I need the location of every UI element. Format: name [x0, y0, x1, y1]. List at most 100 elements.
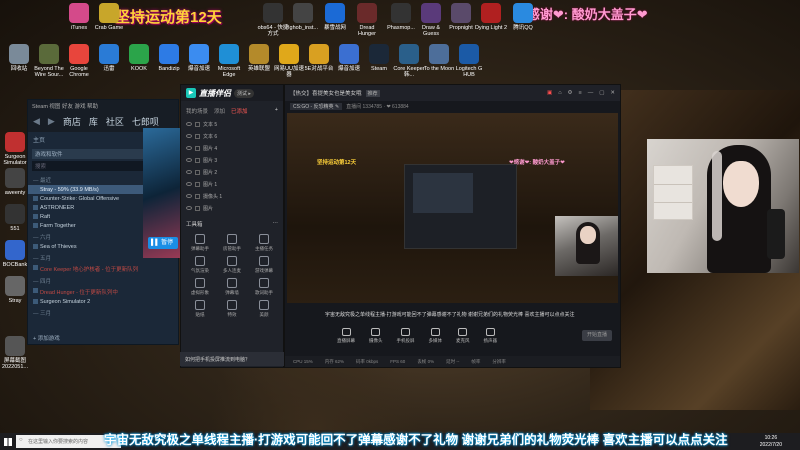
tab-added[interactable]: 已添加: [231, 107, 248, 115]
close-icon[interactable]: ✕: [610, 90, 615, 96]
steam-nav-store[interactable]: 商店: [63, 115, 81, 128]
layer-item[interactable]: 文本 6: [181, 130, 283, 142]
lock-toggle-icon[interactable]: [195, 181, 200, 187]
broadcast-tool-button[interactable]: 直播屏幕: [337, 328, 355, 344]
cover-tip[interactable]: 如何把手机投屏推流到电脑？: [180, 352, 284, 366]
eye-icon[interactable]: [186, 122, 192, 126]
desktop-icon[interactable]: 英雄联盟: [242, 44, 276, 72]
tool-item[interactable]: 游戏弹幕: [248, 256, 280, 274]
preview-canvas[interactable]: 坚持运动第12天 ❤感谢❤: 酸奶大盖子❤: [287, 113, 618, 303]
desktop-icon[interactable]: Dread Hunger: [350, 3, 384, 37]
room-title[interactable]: 【热交】喜提美女也是美女哦: [290, 89, 362, 97]
desktop-icon[interactable]: 爆音加速: [332, 44, 366, 72]
tool-item[interactable]: 多人连麦: [216, 256, 248, 274]
steam-game-item[interactable]: Core Keeper 地心护核者 - 位于更新队列: [28, 263, 178, 274]
steam-section-header[interactable]: — 四月: [28, 274, 178, 286]
plus-icon[interactable]: +: [275, 107, 278, 115]
lock-toggle-icon[interactable]: [195, 169, 200, 175]
tool-item[interactable]: 气氛渲染: [184, 256, 216, 274]
desktop-icon[interactable]: 爆音加速: [182, 44, 216, 72]
desktop-icon[interactable]: obs64 - 快捷方式: [256, 3, 290, 37]
maximize-icon[interactable]: ▢: [599, 90, 604, 96]
settings-icon[interactable]: ⚙: [568, 90, 573, 96]
lock-toggle-icon[interactable]: [195, 157, 200, 163]
tool-item[interactable]: 弹幕助手: [184, 234, 216, 252]
steam-pause-button[interactable]: ▌▌ 暂停: [148, 237, 178, 249]
eye-icon[interactable]: [186, 194, 192, 198]
gift-icon[interactable]: ▣: [547, 90, 552, 96]
windows-start-icon[interactable]: [0, 433, 16, 450]
layer-item[interactable]: 图片 1: [181, 178, 283, 190]
lock-toggle-icon[interactable]: [195, 145, 200, 151]
lock-toggle-icon[interactable]: [195, 133, 200, 139]
desktop-icon[interactable]: 迅雷: [92, 44, 126, 72]
menu-icon[interactable]: ≡: [578, 90, 581, 96]
eye-icon[interactable]: [186, 146, 192, 150]
eye-icon[interactable]: [186, 134, 192, 138]
tool-item[interactable]: 贴纸: [184, 300, 216, 318]
desktop-icon[interactable]: 腾讯QQ: [506, 3, 540, 31]
layer-item[interactable]: 图片: [181, 202, 283, 214]
layer-item[interactable]: 图片 3: [181, 154, 283, 166]
back-arrow-icon[interactable]: ◀: [33, 116, 40, 127]
layer-item[interactable]: 文本 5: [181, 118, 283, 130]
forward-arrow-icon[interactable]: ▶: [48, 116, 55, 127]
desktop-icon[interactable]: 暴雪战网: [318, 3, 352, 31]
desktop-icon[interactable]: Dying Light 2: [474, 3, 508, 31]
broadcast-tool-button[interactable]: 摄像头: [369, 328, 383, 344]
minimize-icon[interactable]: —: [588, 90, 594, 96]
desktop-icon[interactable]: Microsoft Edge: [212, 44, 246, 78]
desktop-icon[interactable]: Propnight: [444, 3, 478, 31]
eye-icon[interactable]: [186, 206, 192, 210]
broadcast-tool-button[interactable]: 手机投屏: [397, 328, 415, 344]
desktop-icon[interactable]: 回收站: [2, 44, 36, 72]
steam-game-item[interactable]: Dread Hunger - 位于更新队列中: [28, 286, 178, 297]
more-icon[interactable]: ⋯: [273, 220, 279, 228]
layer-item[interactable]: 图片 4: [181, 142, 283, 154]
desktop-icon[interactable]: Core Keeper 韩...: [392, 44, 426, 78]
taskbar-clock[interactable]: 10:26 2022/7/20: [760, 435, 782, 448]
desktop-icon[interactable]: Google Chrome: [62, 44, 96, 78]
desktop-icon[interactable]: Crab Game: [92, 3, 126, 31]
broadcast-tool-button[interactable]: 多媒体: [429, 328, 442, 344]
steam-add-game-button[interactable]: + 添加游戏: [33, 334, 60, 342]
broadcast-tool-button[interactable]: 麦克风: [456, 328, 470, 344]
steam-nav-community[interactable]: 社区: [106, 115, 124, 128]
desktop-icon[interactable]: Ighob_inst...: [286, 3, 320, 31]
beta-button[interactable]: 测试 ▸: [234, 88, 254, 98]
desktop-icon[interactable]: Logitech G HUB: [452, 44, 486, 78]
steam-game-item[interactable]: Surgeon Simulator 2: [28, 297, 178, 306]
steam-section-header[interactable]: — 三月: [28, 306, 178, 318]
eye-icon[interactable]: [186, 158, 192, 162]
desktop-icon[interactable]: KOOK: [122, 44, 156, 72]
desktop-icon[interactable]: 5E对战平台: [302, 44, 336, 72]
desktop-icon[interactable]: Bandizip: [152, 44, 186, 72]
desktop-icon[interactable]: 网易UU加速器: [272, 44, 306, 78]
eye-icon[interactable]: [186, 170, 192, 174]
tab-add[interactable]: 添加: [214, 107, 225, 115]
layer-item[interactable]: 摄像头 1: [181, 190, 283, 202]
category-selector[interactable]: CS:GO - 反恐精英 ✎: [290, 103, 343, 110]
tool-item[interactable]: 弹幕墙: [216, 278, 248, 296]
steam-nav-library[interactable]: 库: [89, 115, 98, 128]
go-live-button[interactable]: 开始直播: [582, 330, 612, 341]
layer-item[interactable]: 图片 2: [181, 166, 283, 178]
lock-toggle-icon[interactable]: [195, 205, 200, 211]
tool-item[interactable]: 房管助手: [216, 234, 248, 252]
steam-titlebar[interactable]: Steam 视图 好友 游戏 帮助: [28, 100, 178, 110]
steam-nav-profile[interactable]: 七郎呗: [132, 115, 159, 128]
tool-item[interactable]: 特效: [216, 300, 248, 318]
desktop-icon[interactable]: Draw & Guess: [414, 3, 448, 37]
tab-my-scenes[interactable]: 我的场景: [186, 107, 208, 115]
desktop-icon[interactable]: Phasmop...: [384, 3, 418, 31]
lock-toggle-icon[interactable]: [195, 121, 200, 127]
broadcast-tool-button[interactable]: 扬声器: [484, 328, 497, 344]
eye-icon[interactable]: [186, 182, 192, 186]
desktop-icon[interactable]: Beyond The Wire Sour...: [32, 44, 66, 78]
tool-item[interactable]: 主播任务: [248, 234, 280, 252]
lock-icon[interactable]: ⌂: [558, 90, 561, 96]
tool-item[interactable]: 美颜: [248, 300, 280, 318]
lock-toggle-icon[interactable]: [195, 193, 200, 199]
desktop-icon[interactable]: iTunes: [62, 3, 96, 31]
tool-item[interactable]: 虚拟形象: [184, 278, 216, 296]
